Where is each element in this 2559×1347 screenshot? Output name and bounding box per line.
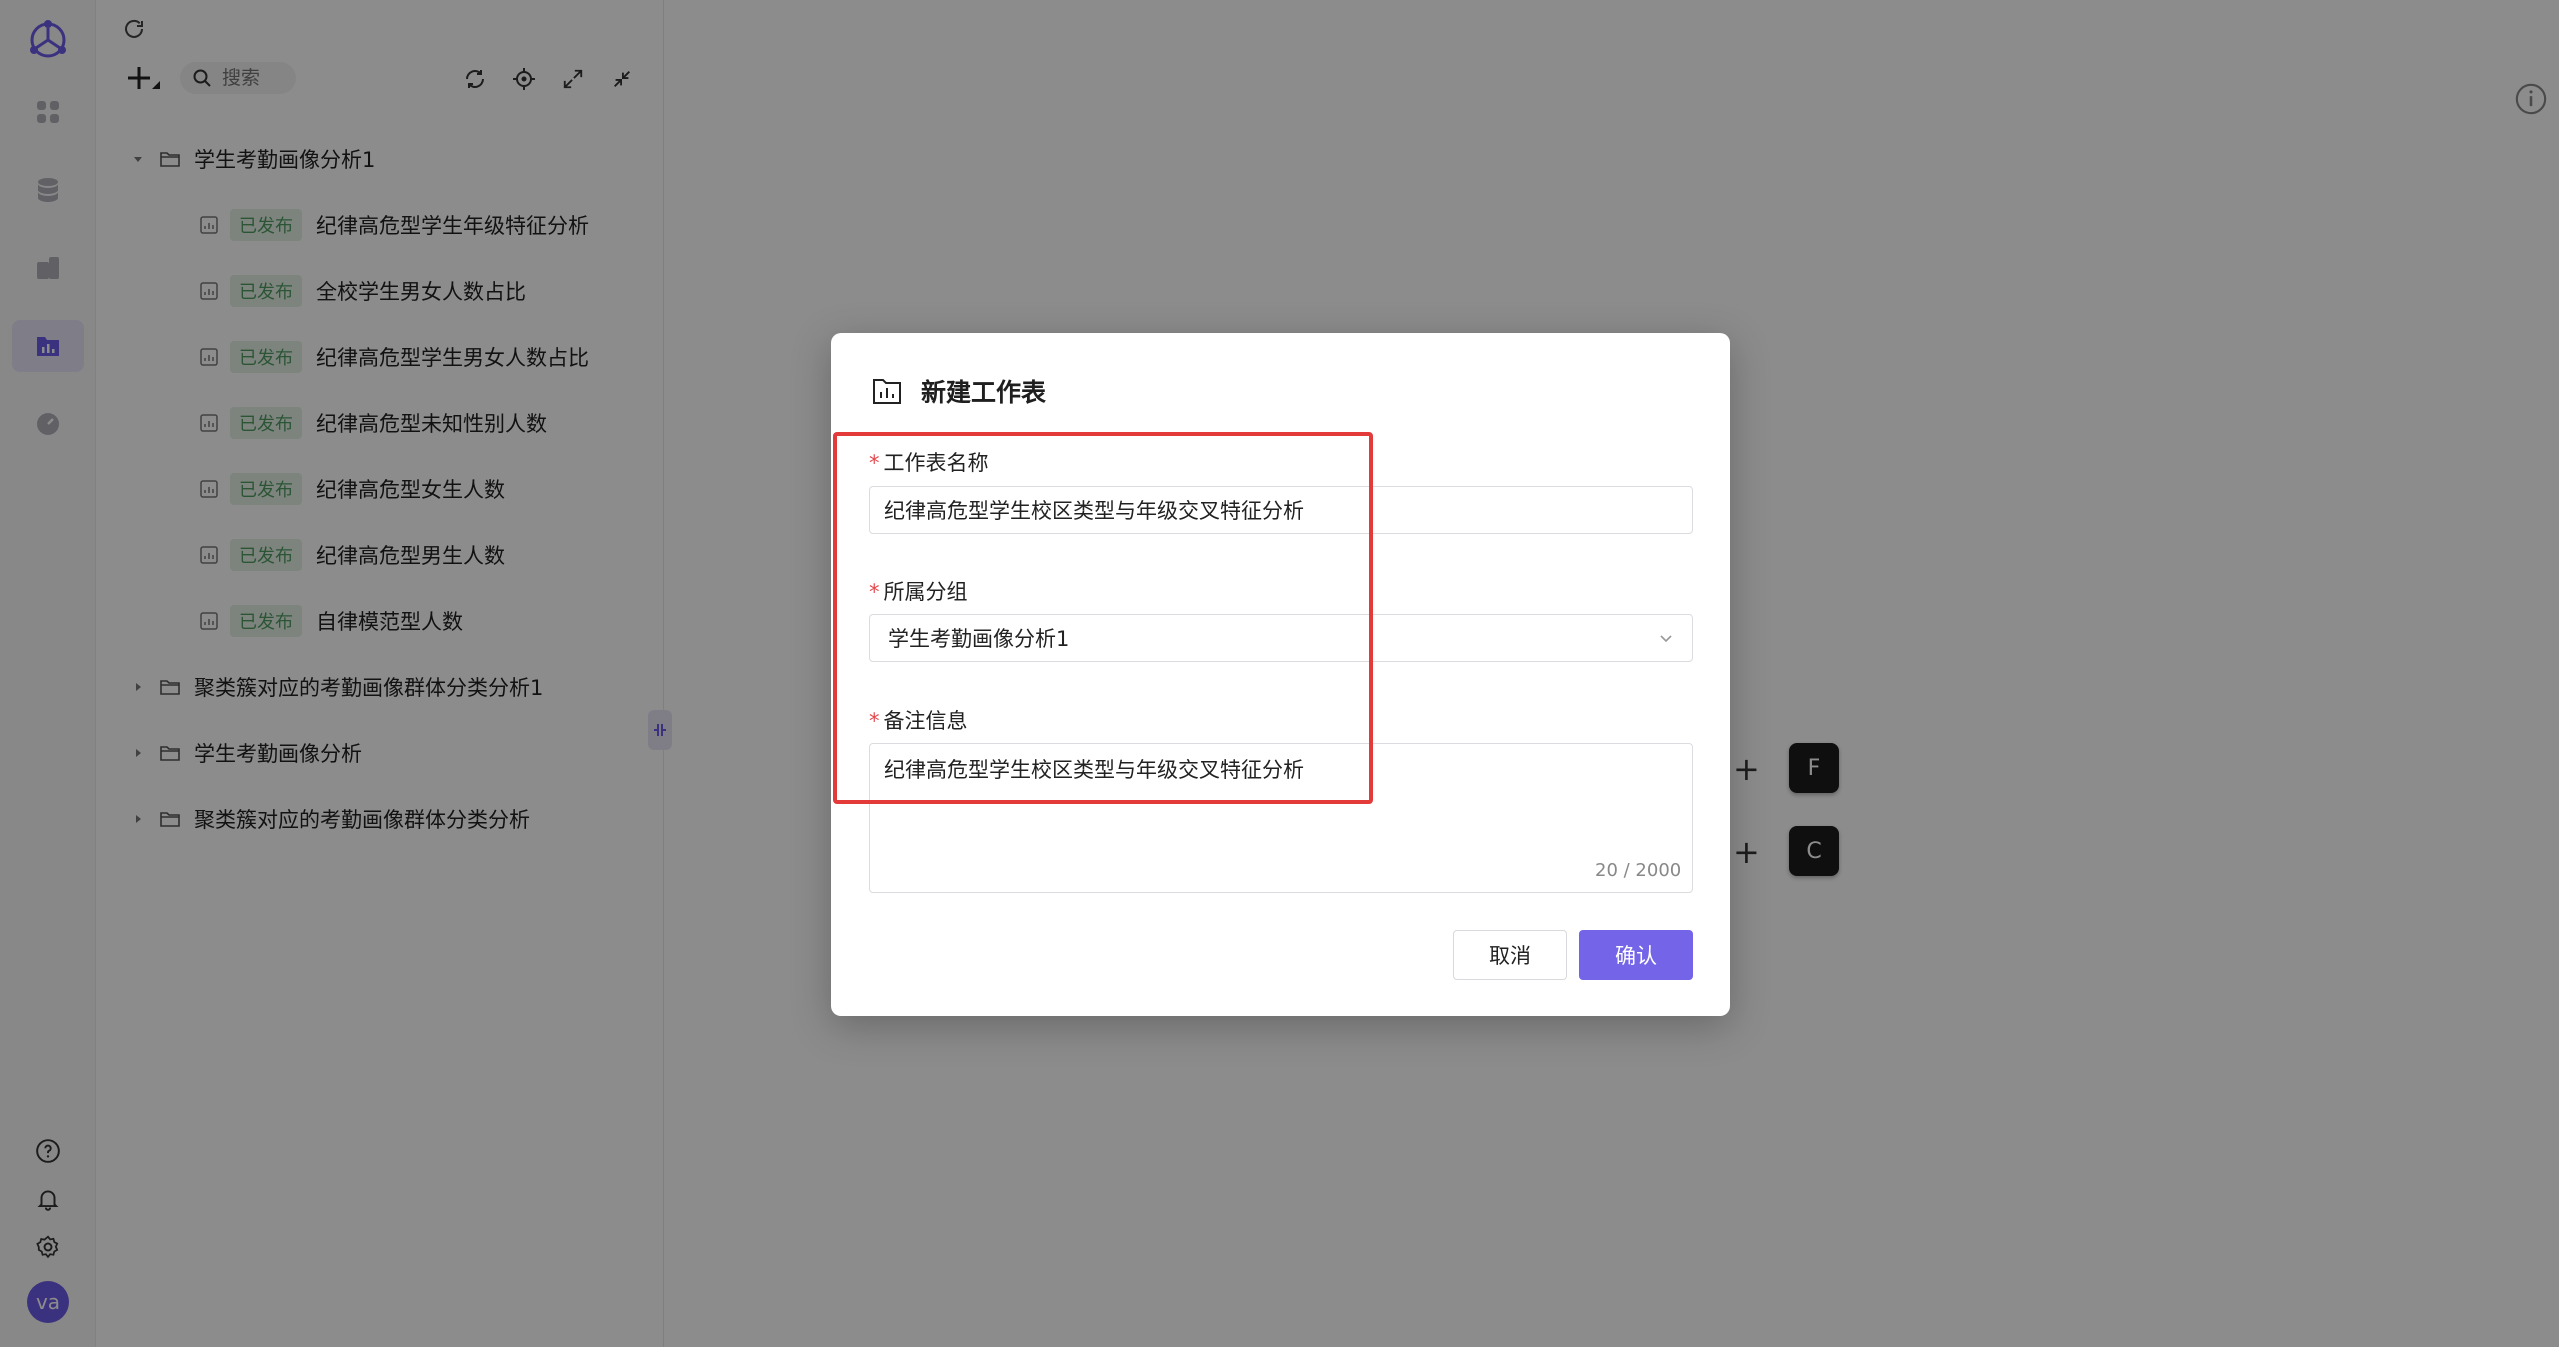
dialog-title-text: 新建工作表 [921,378,1047,407]
name-field-label: * 工作表名称 [869,451,989,475]
required-mark: * [869,451,880,475]
group-select-value: 学生考勤画像分析1 [888,627,1070,651]
worksheet-name-input[interactable] [869,486,1693,534]
required-mark: * [869,709,880,733]
note-textarea[interactable]: 纪律高危型学生校区类型与年级交叉特征分析 [869,743,1693,893]
worksheet-chart-icon [873,379,901,404]
required-mark: * [869,580,880,604]
note-char-counter: 20 / 2000 [1595,860,1682,881]
group-field-label: * 所属分组 [869,580,968,604]
group-select[interactable]: 学生考勤画像分析1 [869,614,1693,662]
confirm-button[interactable]: 确认 [1579,930,1693,980]
dialog-title: 新建工作表 [871,371,1046,411]
cancel-button[interactable]: 取消 [1453,930,1567,980]
new-worksheet-dialog: 新建工作表 *工作表名称 *所属分组 学生考勤画像分析1 *备注信息 纪律高危型… [831,333,1730,1016]
note-field-label: * 备注信息 [869,709,968,733]
chevron-down-icon [1660,635,1672,643]
